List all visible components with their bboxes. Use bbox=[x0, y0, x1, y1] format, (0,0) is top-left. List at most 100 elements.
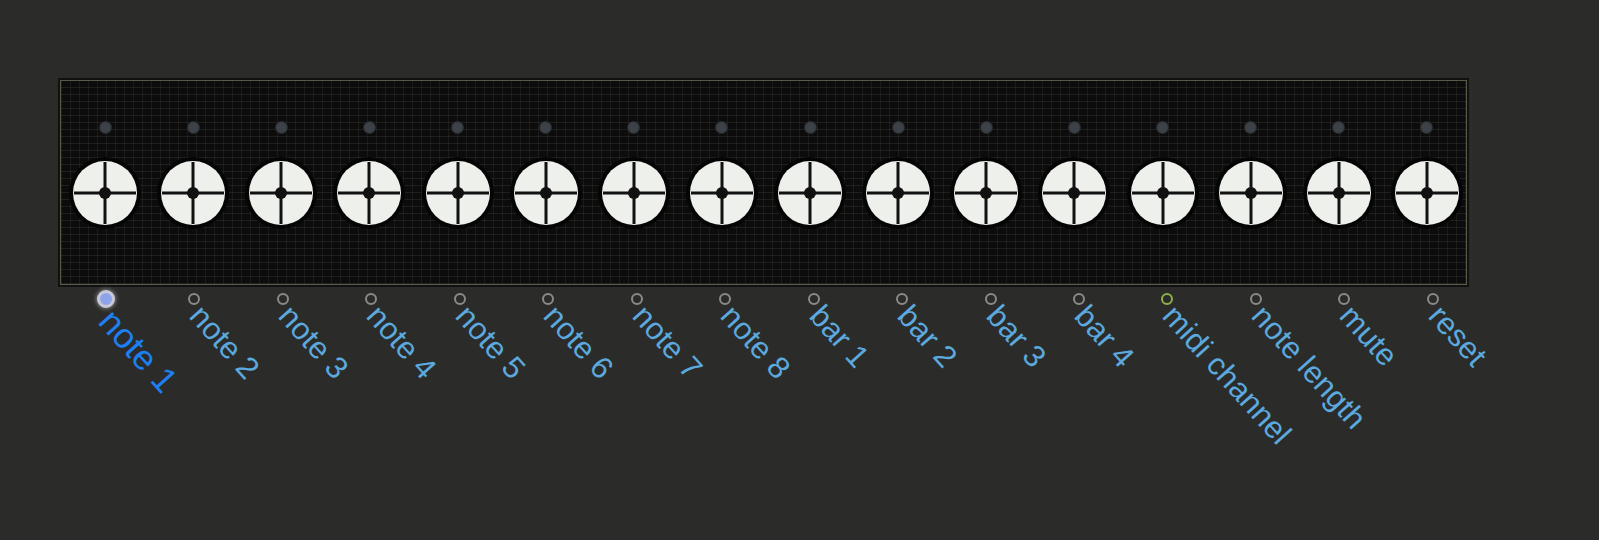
inlet-dot[interactable] bbox=[1161, 293, 1173, 305]
knob-icon[interactable] bbox=[156, 156, 230, 230]
inlet-dot[interactable] bbox=[631, 293, 643, 305]
inlet-dot[interactable] bbox=[985, 293, 997, 305]
led-dot bbox=[980, 121, 993, 134]
inlet-dot[interactable] bbox=[188, 293, 200, 305]
led-dot bbox=[892, 121, 905, 134]
inlet-state bbox=[1427, 293, 1439, 305]
patcher-canvas: note 1note 2note 3note 4note 5note 6note… bbox=[0, 0, 1599, 341]
inlet-label: midi channel bbox=[1156, 299, 1181, 322]
inlet[interactable]: mute bbox=[1338, 293, 1350, 333]
knob-icon[interactable] bbox=[1214, 156, 1288, 230]
inlet-state bbox=[985, 293, 997, 305]
inlet[interactable]: reset bbox=[1427, 293, 1439, 333]
inlet-label: note 6 bbox=[537, 299, 562, 322]
inlet-dot[interactable] bbox=[365, 293, 377, 305]
inlet-dot[interactable] bbox=[1250, 293, 1262, 305]
led-dot bbox=[804, 121, 817, 134]
inlet-label: note 7 bbox=[625, 299, 650, 322]
knob-icon[interactable] bbox=[244, 156, 318, 230]
inlet-label: note 2 bbox=[183, 299, 208, 322]
knob-column bbox=[1214, 121, 1288, 230]
led-dot bbox=[715, 121, 728, 134]
inlet-dot[interactable] bbox=[542, 293, 554, 305]
knob-column bbox=[949, 121, 1023, 230]
inlet-dot[interactable] bbox=[1073, 293, 1085, 305]
inlet-state bbox=[1250, 293, 1262, 305]
knob-icon[interactable] bbox=[421, 156, 495, 230]
knob-icon[interactable] bbox=[949, 156, 1023, 230]
inlet-dot[interactable] bbox=[454, 293, 466, 305]
inlet[interactable]: note 1 bbox=[100, 293, 112, 341]
inlet-state bbox=[100, 290, 112, 308]
led-dot bbox=[1244, 121, 1257, 134]
inlet[interactable]: note 2 bbox=[188, 293, 200, 333]
knob-icon[interactable] bbox=[332, 156, 406, 230]
knob-icon[interactable] bbox=[1390, 156, 1464, 230]
led-dot bbox=[451, 121, 464, 134]
knob-icon[interactable] bbox=[68, 156, 142, 230]
inlet-dot[interactable] bbox=[719, 293, 731, 305]
inlet-dot[interactable] bbox=[1338, 293, 1350, 305]
inlet-state bbox=[808, 293, 820, 305]
inlet-label: note length bbox=[1245, 299, 1270, 322]
inlet[interactable]: note 6 bbox=[542, 293, 554, 333]
inlet-dot[interactable] bbox=[896, 293, 908, 305]
inlet-dot[interactable] bbox=[808, 293, 820, 305]
inlet-label: reset bbox=[1421, 299, 1446, 322]
inlet-label: note 4 bbox=[360, 299, 385, 322]
knob-icon[interactable] bbox=[1126, 156, 1200, 230]
led-dot bbox=[275, 121, 288, 134]
knob-column bbox=[68, 121, 142, 230]
led-dot bbox=[1332, 121, 1345, 134]
led-dot bbox=[1156, 121, 1169, 134]
inlet-label: note 5 bbox=[448, 299, 473, 322]
knob-icon[interactable] bbox=[1037, 156, 1111, 230]
inlet-label: note 3 bbox=[272, 299, 297, 322]
inlet[interactable]: note 5 bbox=[454, 293, 466, 333]
inlet-state bbox=[631, 293, 643, 305]
inlet[interactable]: bar 4 bbox=[1073, 293, 1085, 333]
knob-icon[interactable] bbox=[773, 156, 847, 230]
inlet-state bbox=[277, 293, 289, 305]
inlet[interactable]: note 4 bbox=[365, 293, 377, 333]
inlet[interactable]: bar 1 bbox=[808, 293, 820, 333]
led-dot bbox=[363, 121, 376, 134]
knob-icon[interactable] bbox=[597, 156, 671, 230]
inlet-label: bar 1 bbox=[802, 299, 827, 322]
inlet[interactable]: midi channel bbox=[1161, 293, 1173, 333]
inlet[interactable]: bar 3 bbox=[985, 293, 997, 333]
knob-icon[interactable] bbox=[1302, 156, 1376, 230]
inlet-label: note 8 bbox=[714, 299, 739, 322]
inlet-dot[interactable] bbox=[97, 290, 115, 308]
inlet[interactable]: note 8 bbox=[719, 293, 731, 333]
inlet[interactable]: note 3 bbox=[277, 293, 289, 333]
inlet-label: mute bbox=[1333, 299, 1358, 322]
led-dot bbox=[539, 121, 552, 134]
inlet-label: bar 2 bbox=[891, 299, 916, 322]
knob-column bbox=[332, 121, 406, 230]
inlet-label: bar 4 bbox=[1068, 299, 1093, 322]
led-dot bbox=[187, 121, 200, 134]
knob-column bbox=[421, 121, 495, 230]
led-dot bbox=[99, 121, 112, 134]
knob-icon[interactable] bbox=[509, 156, 583, 230]
led-dot bbox=[1420, 121, 1433, 134]
inlet-state bbox=[1073, 293, 1085, 305]
knob-column bbox=[1390, 121, 1464, 230]
inlet-row: note 1note 2note 3note 4note 5note 6note… bbox=[60, 285, 1467, 341]
sequencer-object[interactable] bbox=[60, 80, 1467, 285]
knob-column bbox=[1037, 121, 1111, 230]
inlet[interactable]: bar 2 bbox=[896, 293, 908, 333]
inlet[interactable]: note length bbox=[1250, 293, 1262, 333]
knob-column bbox=[685, 121, 759, 230]
knob-column bbox=[156, 121, 230, 230]
inlet-dot[interactable] bbox=[277, 293, 289, 305]
inlet-dot[interactable] bbox=[1427, 293, 1439, 305]
knob-icon[interactable] bbox=[861, 156, 935, 230]
inlet-state bbox=[1161, 293, 1173, 305]
knob-column bbox=[244, 121, 318, 230]
inlet-state bbox=[896, 293, 908, 305]
inlet[interactable]: note 7 bbox=[631, 293, 643, 333]
inlet-state bbox=[719, 293, 731, 305]
knob-icon[interactable] bbox=[685, 156, 759, 230]
